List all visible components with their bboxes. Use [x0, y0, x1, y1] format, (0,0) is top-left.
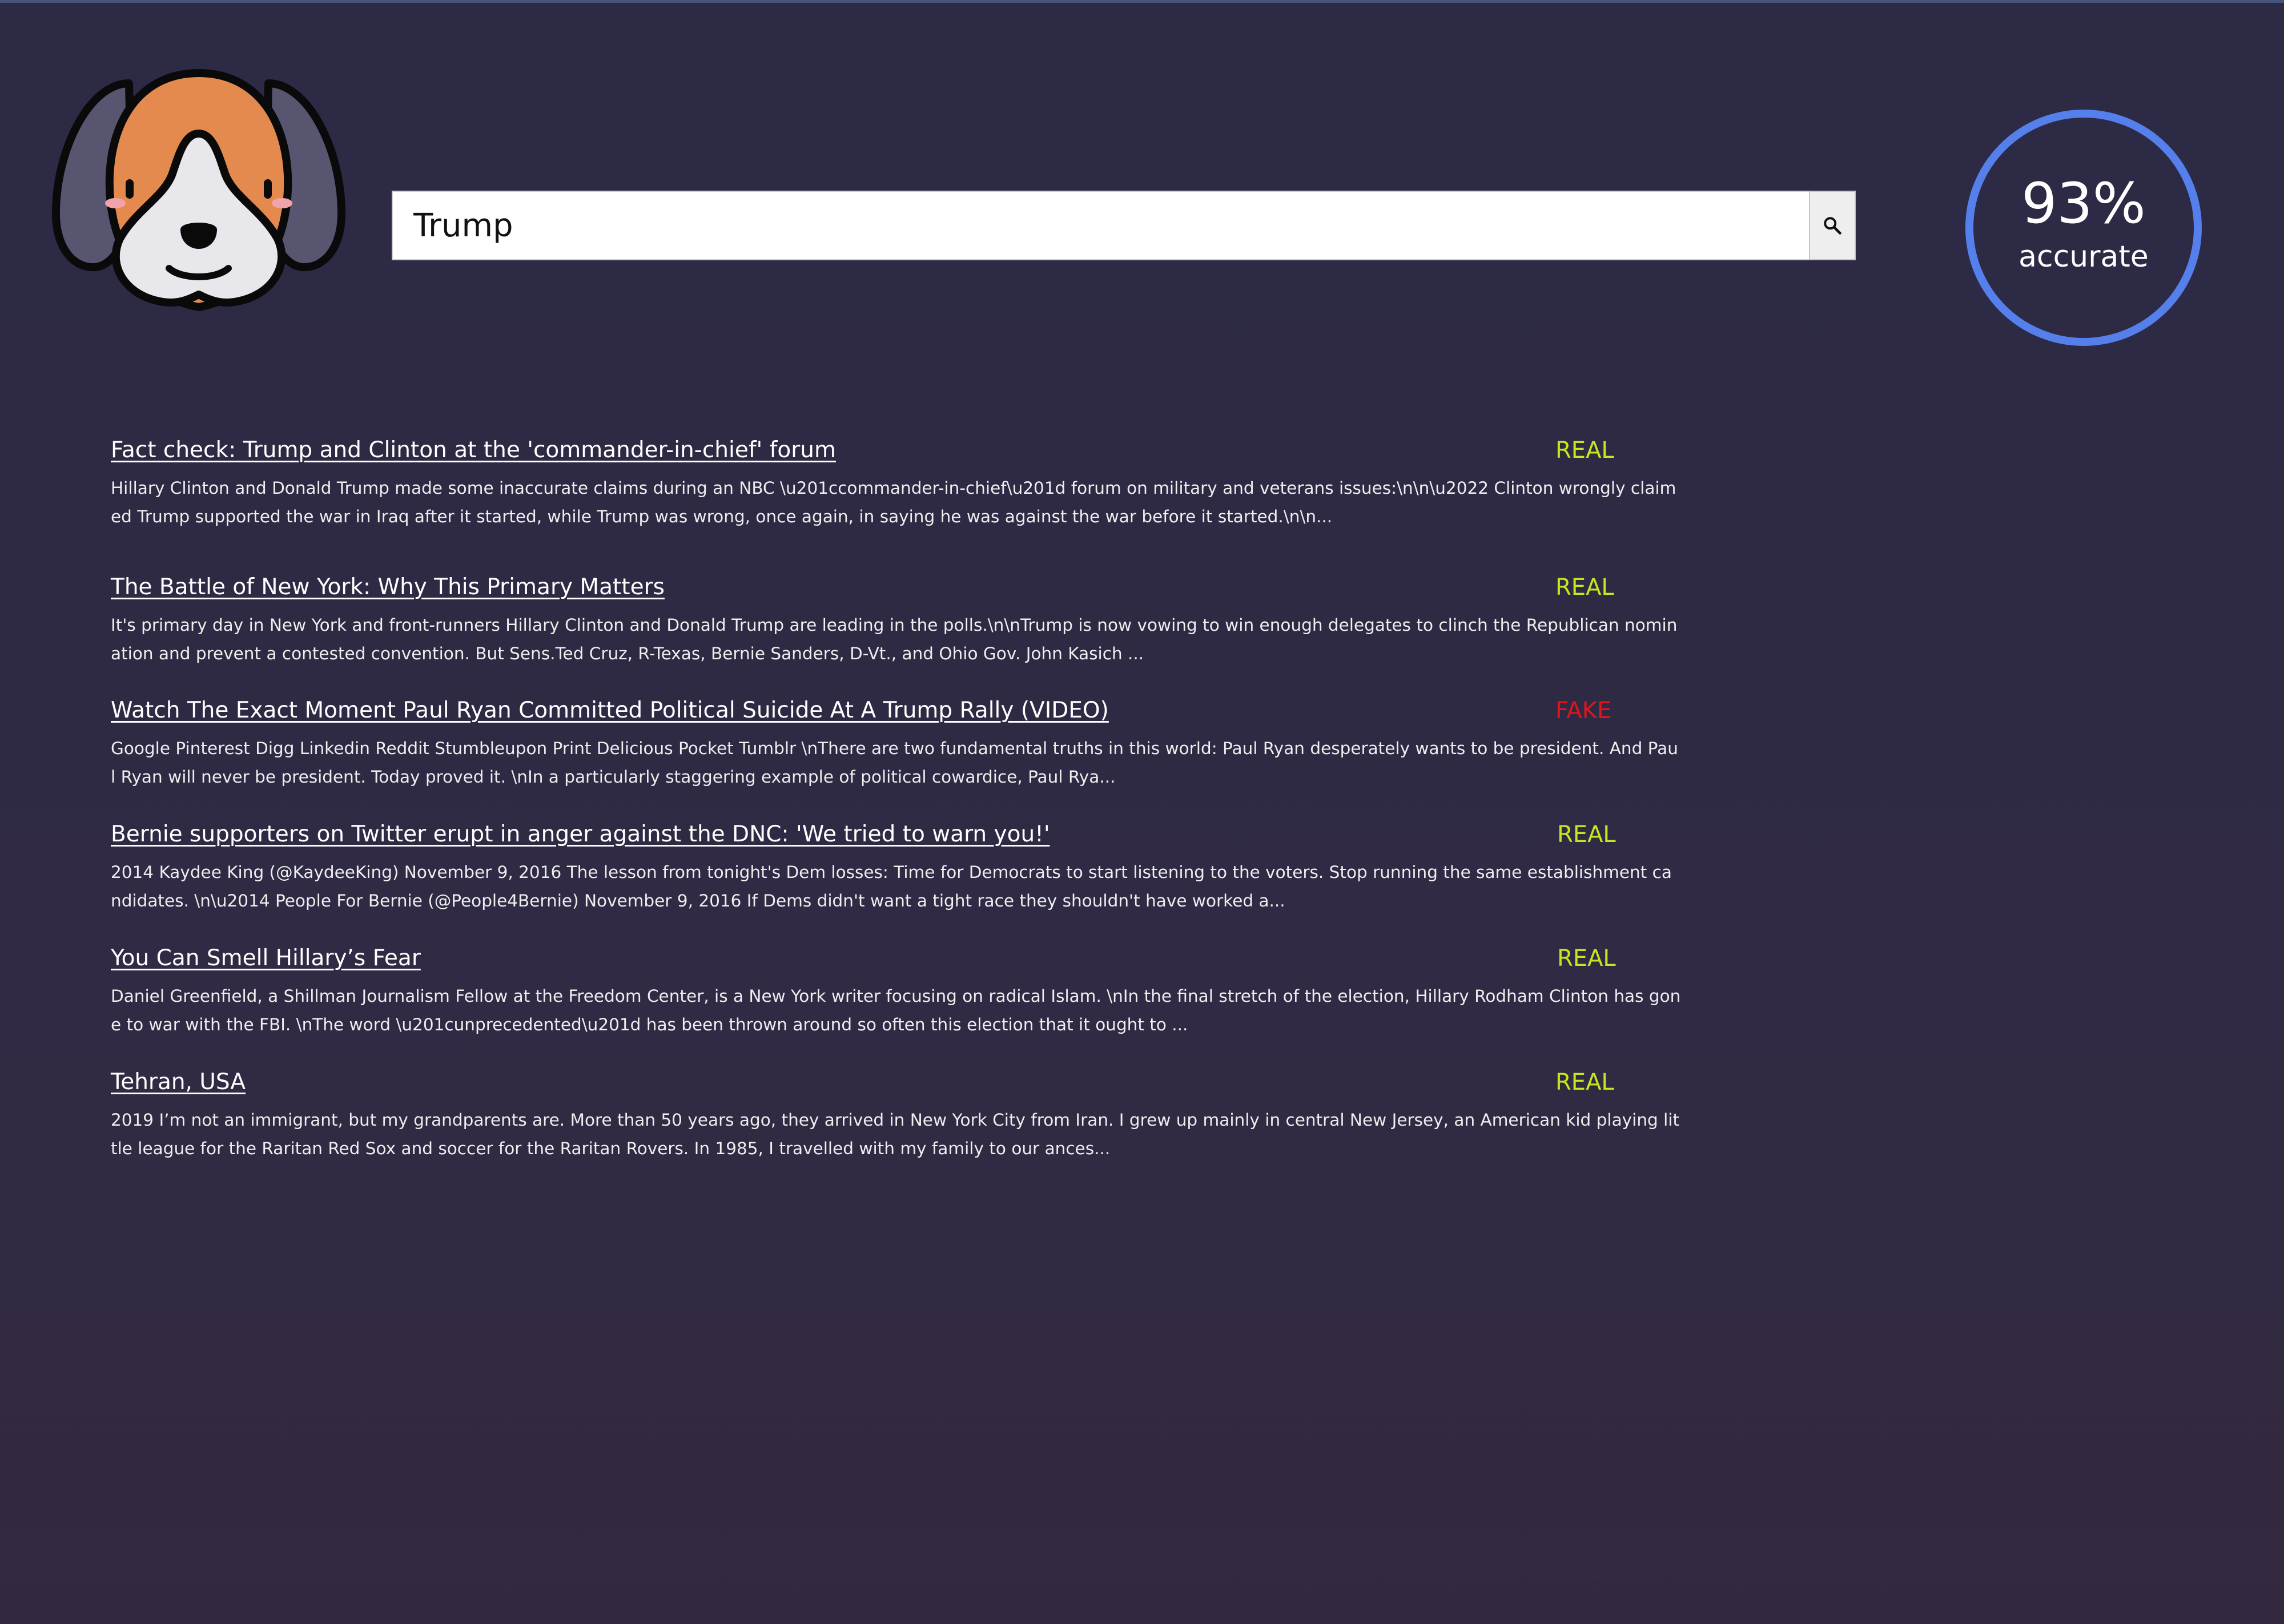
result-item: You Can Smell Hillary’s Fear REAL Daniel…	[111, 945, 1687, 1039]
result-title-link[interactable]: The Battle of New York: Why This Primary…	[111, 574, 665, 600]
result-snippet: Daniel Greenfield, a Shillman Journalism…	[111, 986, 1681, 1034]
beagle-dog-icon	[50, 67, 347, 313]
result-title-link[interactable]: Bernie supporters on Twitter erupt in an…	[111, 821, 1050, 847]
verdict-label: REAL	[1557, 945, 1616, 972]
search-icon	[1824, 217, 1841, 235]
verdict-label: REAL	[1555, 574, 1614, 601]
result-snippet: 2014 Kaydee King (@KaydeeKing) November …	[111, 863, 1672, 910]
search-button[interactable]	[1809, 191, 1856, 260]
result-snippet: 2019 I’m not an immigrant, but my grandp…	[111, 1110, 1680, 1158]
verdict-label: FAKE	[1555, 698, 1612, 724]
top-border	[0, 0, 2284, 3]
result-snippet: It's primary day in New York and front-r…	[111, 615, 1678, 663]
search-bar	[392, 191, 1856, 260]
accuracy-badge: 93% accurate	[1965, 110, 2202, 346]
result-title-link[interactable]: Tehran, USA	[111, 1069, 246, 1095]
verdict-label: REAL	[1557, 821, 1616, 848]
result-item: Bernie supporters on Twitter erupt in an…	[111, 821, 1687, 915]
result-item: Fact check: Trump and Clinton at the 'co…	[111, 437, 1687, 531]
result-title-link[interactable]: Watch The Exact Moment Paul Ryan Committ…	[111, 698, 1109, 723]
search-input[interactable]	[392, 191, 1809, 260]
accuracy-label: accurate	[2018, 240, 2149, 274]
result-title-link[interactable]: You Can Smell Hillary’s Fear	[111, 945, 421, 971]
result-item: The Battle of New York: Why This Primary…	[111, 574, 1687, 668]
result-item: Tehran, USA REAL 2019 I’m not an immigra…	[111, 1069, 1687, 1163]
result-item: Watch The Exact Moment Paul Ryan Committ…	[111, 698, 1687, 791]
verdict-label: REAL	[1555, 1069, 1614, 1095]
verdict-label: REAL	[1555, 437, 1614, 464]
result-title-link[interactable]: Fact check: Trump and Clinton at the 'co…	[111, 437, 836, 463]
accuracy-value: 93%	[2021, 171, 2146, 236]
result-snippet: Hillary Clinton and Donald Trump made so…	[111, 478, 1676, 526]
result-snippet: Google Pinterest Digg Linkedin Reddit St…	[111, 739, 1678, 787]
